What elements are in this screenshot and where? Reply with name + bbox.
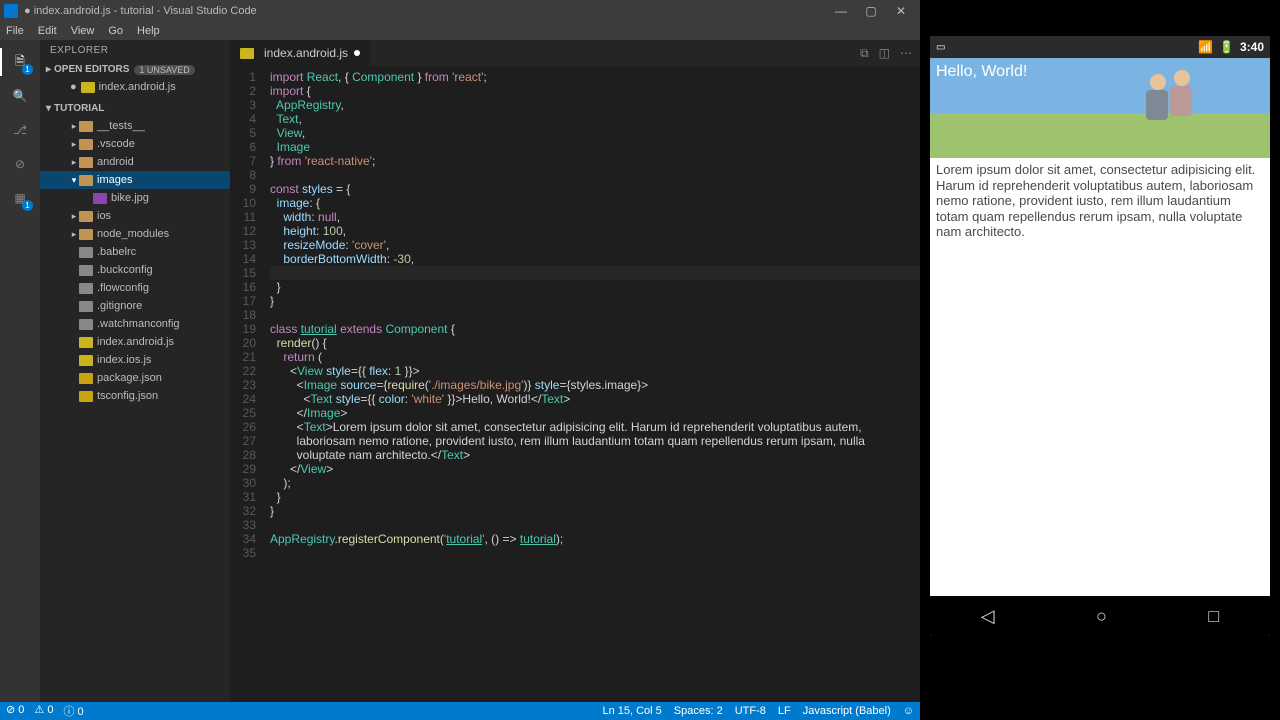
open-editor-item[interactable]: ●index.android.js [40,78,230,96]
activity-bar: 🗎1 🔍 ⎇ ⊘ ▦1 [0,40,40,702]
tree-item[interactable]: ▸android [40,153,230,171]
status-bar: ⊘ 0 ⚠ 0 ⓘ 0 Ln 15, Col 5 Spaces: 2 UTF-8… [0,702,920,720]
menu-bar: File Edit View Go Help [0,22,920,40]
hero-title: Hello, World! [930,58,1033,86]
app-icon [4,4,18,18]
tree-item[interactable]: index.android.js [40,333,230,351]
recents-button[interactable]: □ [1208,606,1219,627]
status-info[interactable]: ⓘ 0 [63,703,83,719]
minimize-button[interactable]: — [826,4,856,18]
status-warnings[interactable]: ⚠ 0 [34,703,53,719]
debug-icon[interactable]: ⊘ [10,154,30,174]
menu-view[interactable]: View [71,25,95,37]
app-lorem-text: Lorem ipsum dolor sit amet, consectetur … [930,158,1270,244]
app-drawer-icon: ▭ [936,42,945,53]
tree-item[interactable]: tsconfig.json [40,387,230,405]
emulator-status-bar: ▭ 📶 🔋 3:40 [930,36,1270,58]
signal-icon: 📶 [1198,40,1213,54]
project-header[interactable]: ▾TUTORIAL [40,100,230,117]
compare-icon[interactable]: ⧉ [860,46,869,61]
code-content[interactable]: import React, { Component } from 'react'… [270,66,920,702]
tree-item[interactable]: ▸__tests__ [40,117,230,135]
tree-item[interactable]: .watchmanconfig [40,315,230,333]
close-button[interactable]: ✕ [886,4,916,18]
tab-index-android[interactable]: index.android.js [230,40,370,66]
tree-item[interactable]: ▸.vscode [40,135,230,153]
sidebar-title: EXPLORER [40,40,230,61]
tab-bar-actions: ⧉ ◫ ⋯ [852,40,920,66]
open-editors-header[interactable]: ▸OPEN EDITORS 1 UNSAVED [40,61,230,78]
status-eol[interactable]: LF [778,705,791,717]
android-emulator: ▭ 📶 🔋 3:40 Hello, World! Lorem ipsum dol… [930,36,1270,636]
tree-item[interactable]: ▸node_modules [40,225,230,243]
tree-item[interactable]: .flowconfig [40,279,230,297]
vscode-window: ● index.android.js - tutorial - Visual S… [0,0,920,720]
editor-group: index.android.js ⧉ ◫ ⋯ 12345678910111213… [230,40,920,702]
js-icon [240,48,254,59]
image-subject [1130,68,1220,148]
tree-item[interactable]: index.ios.js [40,351,230,369]
tree-item[interactable]: ▾images [40,171,230,189]
tab-bar: index.android.js ⧉ ◫ ⋯ [230,40,920,66]
battery-icon: 🔋 [1219,40,1234,54]
window-title: ● index.android.js - tutorial - Visual S… [24,5,257,17]
status-errors[interactable]: ⊘ 0 [6,703,24,719]
status-lang[interactable]: Javascript (Babel) [803,705,891,717]
tree-item[interactable]: ▸ios [40,207,230,225]
code-editor[interactable]: 1234567891011121314151617181920212223242… [230,66,920,702]
search-icon[interactable]: 🔍 [10,86,30,106]
clock: 3:40 [1240,40,1264,54]
line-gutter: 1234567891011121314151617181920212223242… [230,66,270,702]
extensions-icon[interactable]: ▦1 [10,188,30,208]
maximize-button[interactable]: ▢ [856,4,886,18]
window-titlebar[interactable]: ● index.android.js - tutorial - Visual S… [0,0,920,22]
tree-item[interactable]: .buckconfig [40,261,230,279]
git-icon[interactable]: ⎇ [10,120,30,140]
feedback-icon[interactable]: ☺ [903,705,914,717]
app-hero-image: Hello, World! [930,58,1270,158]
file-tree: ▸__tests__▸.vscode▸android▾imagesbike.jp… [40,117,230,409]
more-icon[interactable]: ⋯ [900,46,912,60]
menu-help[interactable]: Help [137,25,160,37]
back-button[interactable]: ◁ [981,606,995,627]
sidebar-explorer: EXPLORER ▸OPEN EDITORS 1 UNSAVED ●index.… [40,40,230,702]
split-editor-icon[interactable]: ◫ [879,46,890,60]
tree-item[interactable]: .gitignore [40,297,230,315]
status-encoding[interactable]: UTF-8 [735,705,766,717]
dirty-indicator-icon [354,50,360,56]
home-button[interactable]: ○ [1096,606,1107,627]
tree-item[interactable]: package.json [40,369,230,387]
menu-edit[interactable]: Edit [38,25,57,37]
menu-file[interactable]: File [6,25,24,37]
tree-item[interactable]: .babelrc [40,243,230,261]
menu-go[interactable]: Go [108,25,123,37]
explorer-icon[interactable]: 🗎1 [10,52,30,72]
android-nav-bar: ◁ ○ □ [930,596,1270,636]
status-cursor-pos[interactable]: Ln 15, Col 5 [602,705,661,717]
tree-item[interactable]: bike.jpg [40,189,230,207]
status-spaces[interactable]: Spaces: 2 [674,705,723,717]
